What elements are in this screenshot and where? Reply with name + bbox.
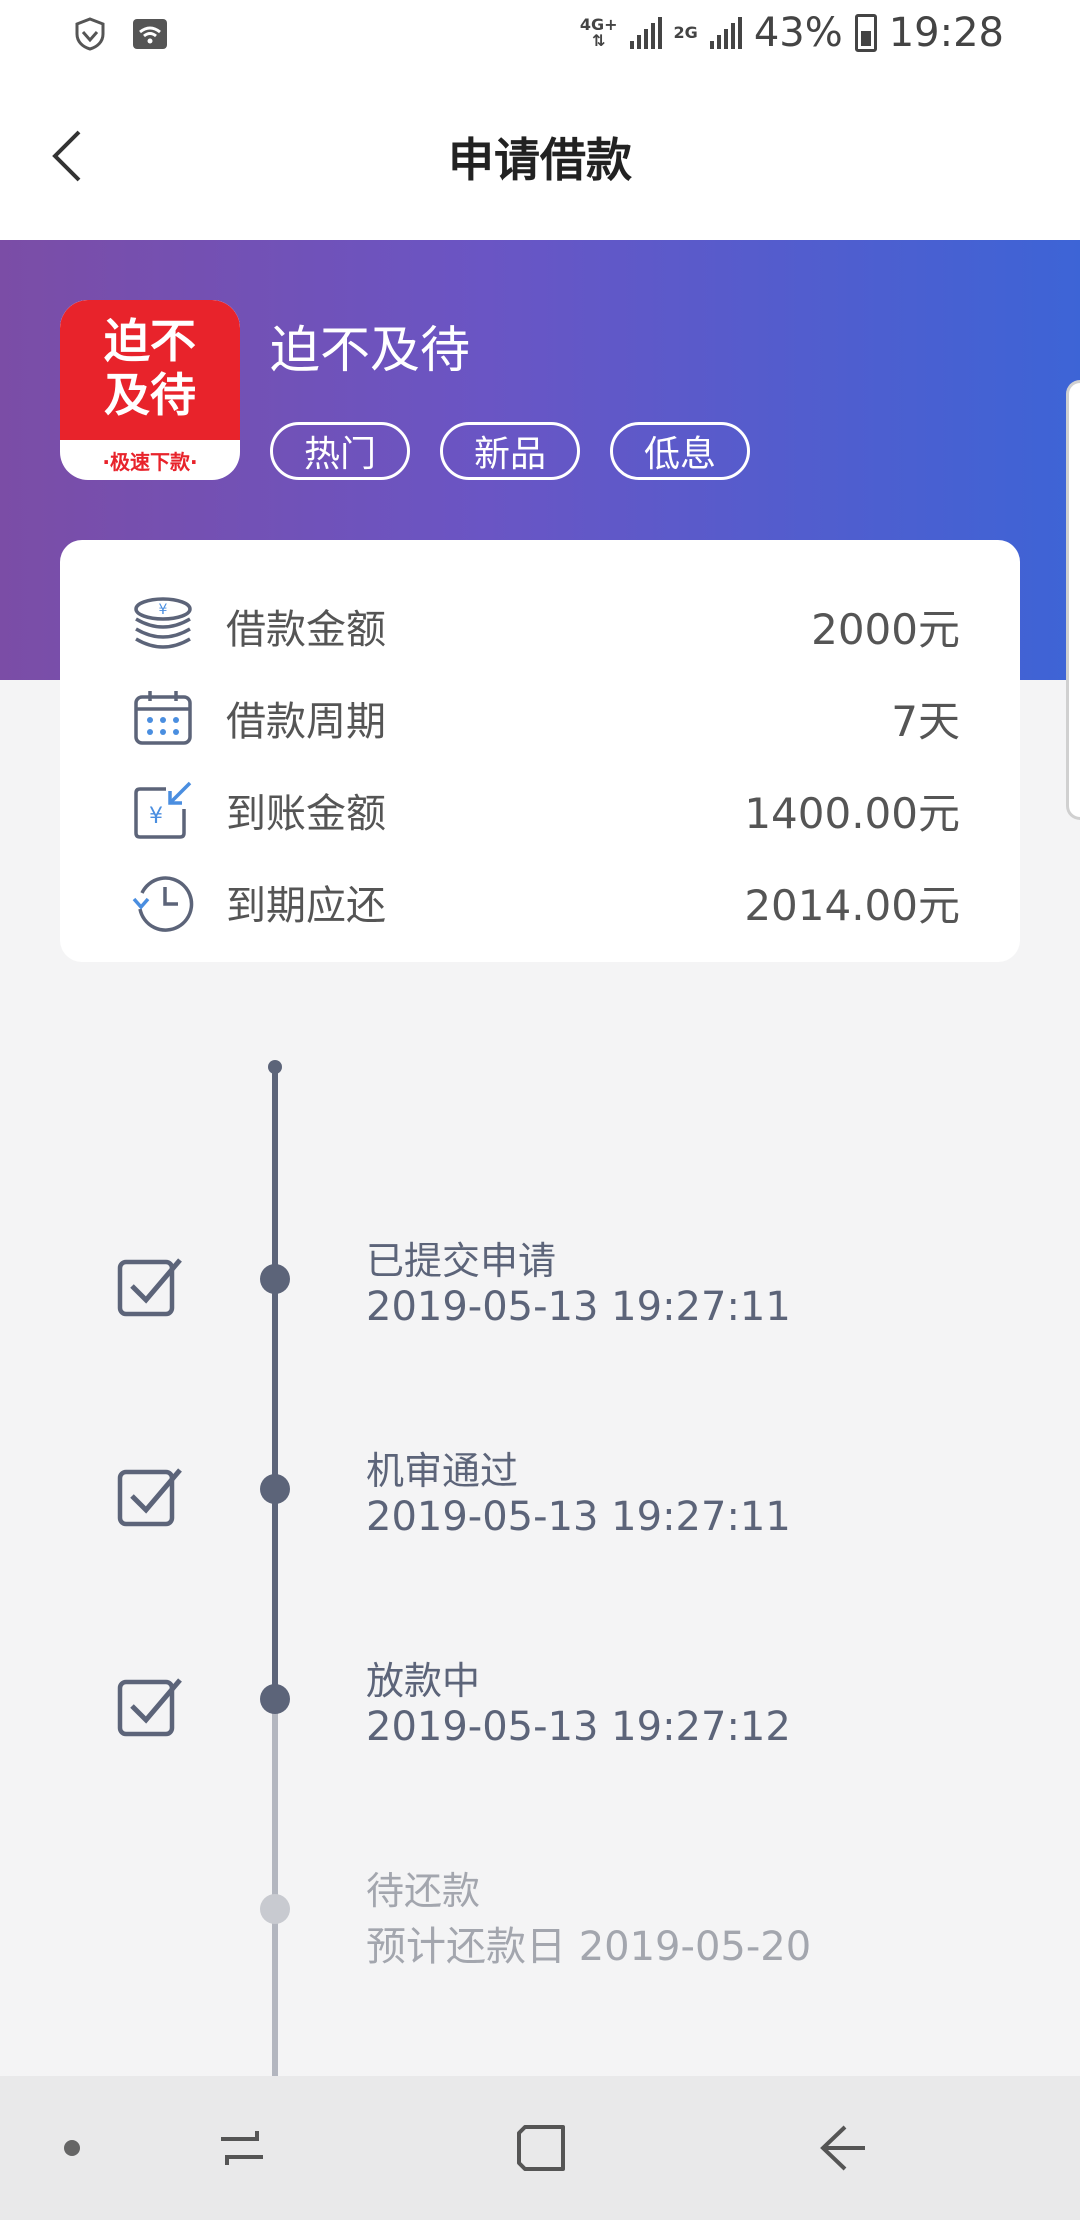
tag-low-interest: 低息 bbox=[610, 422, 750, 480]
tag-new: 新品 bbox=[440, 422, 580, 480]
timeline-dot-pending bbox=[260, 1894, 290, 1924]
dot-icon bbox=[64, 2140, 80, 2156]
info-value: 2014.00元 bbox=[744, 880, 960, 930]
recent-apps-button[interactable] bbox=[210, 2116, 274, 2180]
timeline-time: 预计还款日 2019-05-20 bbox=[366, 1924, 812, 1970]
home-square-icon bbox=[517, 2125, 565, 2171]
coins-icon: ¥ bbox=[130, 593, 196, 659]
timeline-dot bbox=[260, 1684, 290, 1714]
clock-time: 19:28 bbox=[888, 10, 1004, 56]
side-panel-handle[interactable] bbox=[1066, 380, 1080, 820]
logo-text-line2: 及待 bbox=[104, 368, 196, 422]
timeline-time: 2019-05-13 19:27:11 bbox=[366, 1494, 791, 1540]
battery-percent: 43% bbox=[753, 10, 843, 56]
back-arrow-icon bbox=[820, 2125, 865, 2171]
info-value: 2000元 bbox=[811, 604, 960, 654]
product-tags: 热门 新品 低息 bbox=[270, 422, 750, 480]
info-label: 到期应还 bbox=[226, 883, 386, 929]
timeline-dot bbox=[260, 1474, 290, 1504]
info-label: 借款金额 bbox=[226, 607, 386, 653]
checkbox-checked-icon bbox=[116, 1460, 186, 1530]
clock-history-icon bbox=[130, 869, 196, 935]
home-button[interactable] bbox=[510, 2116, 574, 2180]
network-2g-label: 2G bbox=[673, 23, 698, 42]
timeline-line-active bbox=[272, 1066, 278, 1700]
info-row-loan-period: 借款周期 7天 bbox=[130, 672, 960, 764]
status-bar: 4G+ ⇅ 2G 43% 19:28 bbox=[0, 0, 1080, 72]
nav-dot-button[interactable] bbox=[40, 2116, 104, 2180]
info-row-arrival-amount: ¥ 到账金额 1400.00元 bbox=[130, 764, 960, 856]
system-nav-bar bbox=[0, 2076, 1080, 2220]
svg-text:¥: ¥ bbox=[149, 804, 163, 829]
timeline-title: 放款中 bbox=[366, 1659, 481, 1703]
page-title: 申请借款 bbox=[448, 133, 632, 187]
logo-text-line1: 迫不 bbox=[104, 314, 196, 368]
info-value: 7天 bbox=[891, 696, 960, 746]
shield-icon bbox=[72, 16, 108, 56]
logo-subtitle: ·极速下款· bbox=[102, 450, 198, 474]
info-value: 1400.00元 bbox=[744, 788, 960, 838]
checkbox-checked-icon bbox=[116, 1670, 186, 1740]
timeline-time: 2019-05-13 19:27:12 bbox=[366, 1704, 791, 1750]
nav-back-button[interactable] bbox=[810, 2116, 874, 2180]
app-logo: 迫不 及待 ·极速下款· bbox=[60, 300, 240, 480]
calendar-icon bbox=[130, 685, 196, 751]
signal-icon bbox=[629, 17, 662, 49]
info-label: 借款周期 bbox=[226, 699, 386, 745]
battery-icon bbox=[854, 14, 877, 52]
info-label: 到账金额 bbox=[226, 791, 386, 837]
wifi-icon bbox=[132, 18, 168, 54]
product-name: 迫不及待 bbox=[270, 321, 470, 379]
recent-apps-icon bbox=[221, 2131, 263, 2165]
network-4g-label: 4G+ ⇅ bbox=[579, 15, 618, 50]
timeline-title: 待还款 bbox=[366, 1869, 481, 1913]
info-row-due-amount: 到期应还 2014.00元 bbox=[130, 856, 960, 948]
header: 申请借款 bbox=[0, 72, 1080, 240]
signal-icon bbox=[709, 17, 742, 49]
tag-hot: 热门 bbox=[270, 422, 410, 480]
yuan-arrival-icon: ¥ bbox=[130, 777, 196, 843]
timeline-dot bbox=[260, 1264, 290, 1294]
timeline-title: 机审通过 bbox=[366, 1449, 519, 1493]
loan-info-card: ¥ 借款金额 2000元 借款周期 7天 ¥ 到账金额 1400.00元 到期应… bbox=[60, 540, 1020, 962]
timeline-start-dot bbox=[268, 1060, 282, 1074]
info-row-loan-amount: ¥ 借款金额 2000元 bbox=[130, 580, 960, 672]
timeline-title: 已提交申请 bbox=[366, 1239, 557, 1283]
timeline-line-pending bbox=[272, 1700, 278, 2076]
timeline-time: 2019-05-13 19:27:11 bbox=[366, 1284, 791, 1330]
checkbox-checked-icon bbox=[116, 1250, 186, 1320]
svg-text:¥: ¥ bbox=[159, 602, 168, 618]
